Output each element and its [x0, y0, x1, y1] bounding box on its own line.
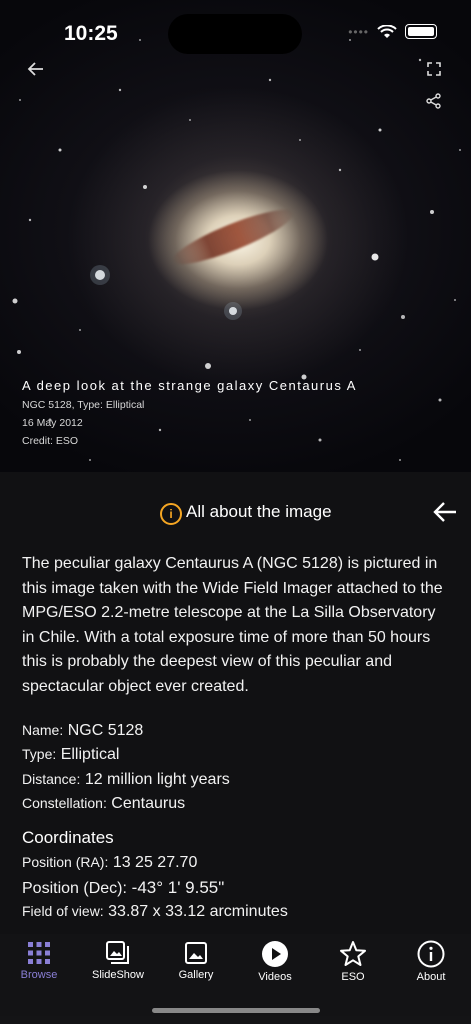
dec-label: Position (Dec):: [22, 880, 127, 897]
type-value: Elliptical: [60, 746, 120, 763]
name-row: Name: NGC 5128: [22, 722, 143, 740]
tab-label-browse: Browse: [20, 969, 58, 981]
image-subtitle: NGC 5128, Type: Elliptical: [22, 399, 145, 411]
dynamic-island: [168, 14, 302, 54]
tab-videos[interactable]: Videos: [236, 940, 314, 983]
ra-label: Position (RA):: [22, 854, 109, 870]
gallery-icon: [185, 942, 207, 964]
image-caption: A deep look at the strange galaxy Centau…: [22, 378, 357, 453]
panel-header: i All about the image: [0, 502, 471, 526]
constellation-value: Centaurus: [111, 795, 186, 812]
tab-slideshow[interactable]: SlideShow: [79, 940, 157, 981]
home-indicator[interactable]: [152, 1008, 320, 1013]
signal-icon: ••••: [348, 24, 369, 39]
battery-icon: [405, 24, 437, 39]
tab-eso[interactable]: ESO: [314, 940, 392, 983]
grid-icon: [28, 942, 50, 964]
status-time: 10:25: [64, 22, 118, 45]
star-icon: [340, 941, 366, 966]
tab-gallery[interactable]: Gallery: [157, 940, 235, 981]
constellation-row: Constellation: Centaurus: [22, 795, 185, 813]
wifi-icon: [377, 24, 397, 38]
tab-label-videos: Videos: [258, 971, 292, 983]
coordinates-heading: Coordinates: [22, 828, 114, 847]
fov-value: 33.87 x 33.12 arcminutes: [108, 903, 288, 920]
type-label: Type:: [22, 746, 57, 762]
tab-about[interactable]: About: [392, 940, 470, 983]
play-icon: [262, 941, 288, 967]
fullscreen-icon[interactable]: [427, 62, 441, 76]
back-arrow-icon[interactable]: [27, 60, 45, 78]
distance-row: Distance: 12 million light years: [22, 771, 230, 789]
type-row: Type: Elliptical: [22, 746, 119, 764]
tab-label-gallery: Gallery: [178, 969, 214, 981]
image-title: A deep look at the strange galaxy Centau…: [22, 378, 357, 393]
constellation-label: Constellation:: [22, 795, 107, 811]
ra-value: 13 25 27.70: [112, 854, 198, 871]
ra-row: Position (RA): 13 25 27.70: [22, 854, 197, 872]
share-icon[interactable]: [426, 93, 442, 109]
tab-label-about: About: [416, 971, 446, 983]
distance-value: 12 million light years: [84, 771, 230, 788]
fov-label: Field of view:: [22, 903, 104, 919]
info-icon: i: [160, 503, 182, 525]
tab-browse[interactable]: Browse: [0, 940, 78, 981]
name-label: Name:: [22, 722, 64, 738]
slideshow-icon: [106, 941, 129, 964]
status-icons: ••••: [348, 24, 437, 39]
dec-row: Position (Dec): -43° 1' 9.55": [22, 878, 224, 898]
image-description: The peculiar galaxy Centaurus A (NGC 512…: [22, 555, 443, 695]
fov-row: Field of view: 33.87 x 33.12 arcminutes: [22, 903, 288, 921]
tab-label-slideshow: SlideShow: [92, 969, 144, 981]
distance-label: Distance:: [22, 771, 81, 787]
name-value: NGC 5128: [67, 722, 144, 739]
close-panel-arrow-icon[interactable]: [432, 500, 458, 524]
image-credit: Credit: ESO: [22, 435, 79, 447]
tab-label-eso: ESO: [341, 971, 365, 983]
dec-value: -43° 1' 9.55": [131, 878, 225, 897]
image-date: 16 May 2012: [22, 417, 83, 429]
panel-title: All about the image: [186, 502, 332, 521]
info-circle-icon: [417, 940, 445, 968]
